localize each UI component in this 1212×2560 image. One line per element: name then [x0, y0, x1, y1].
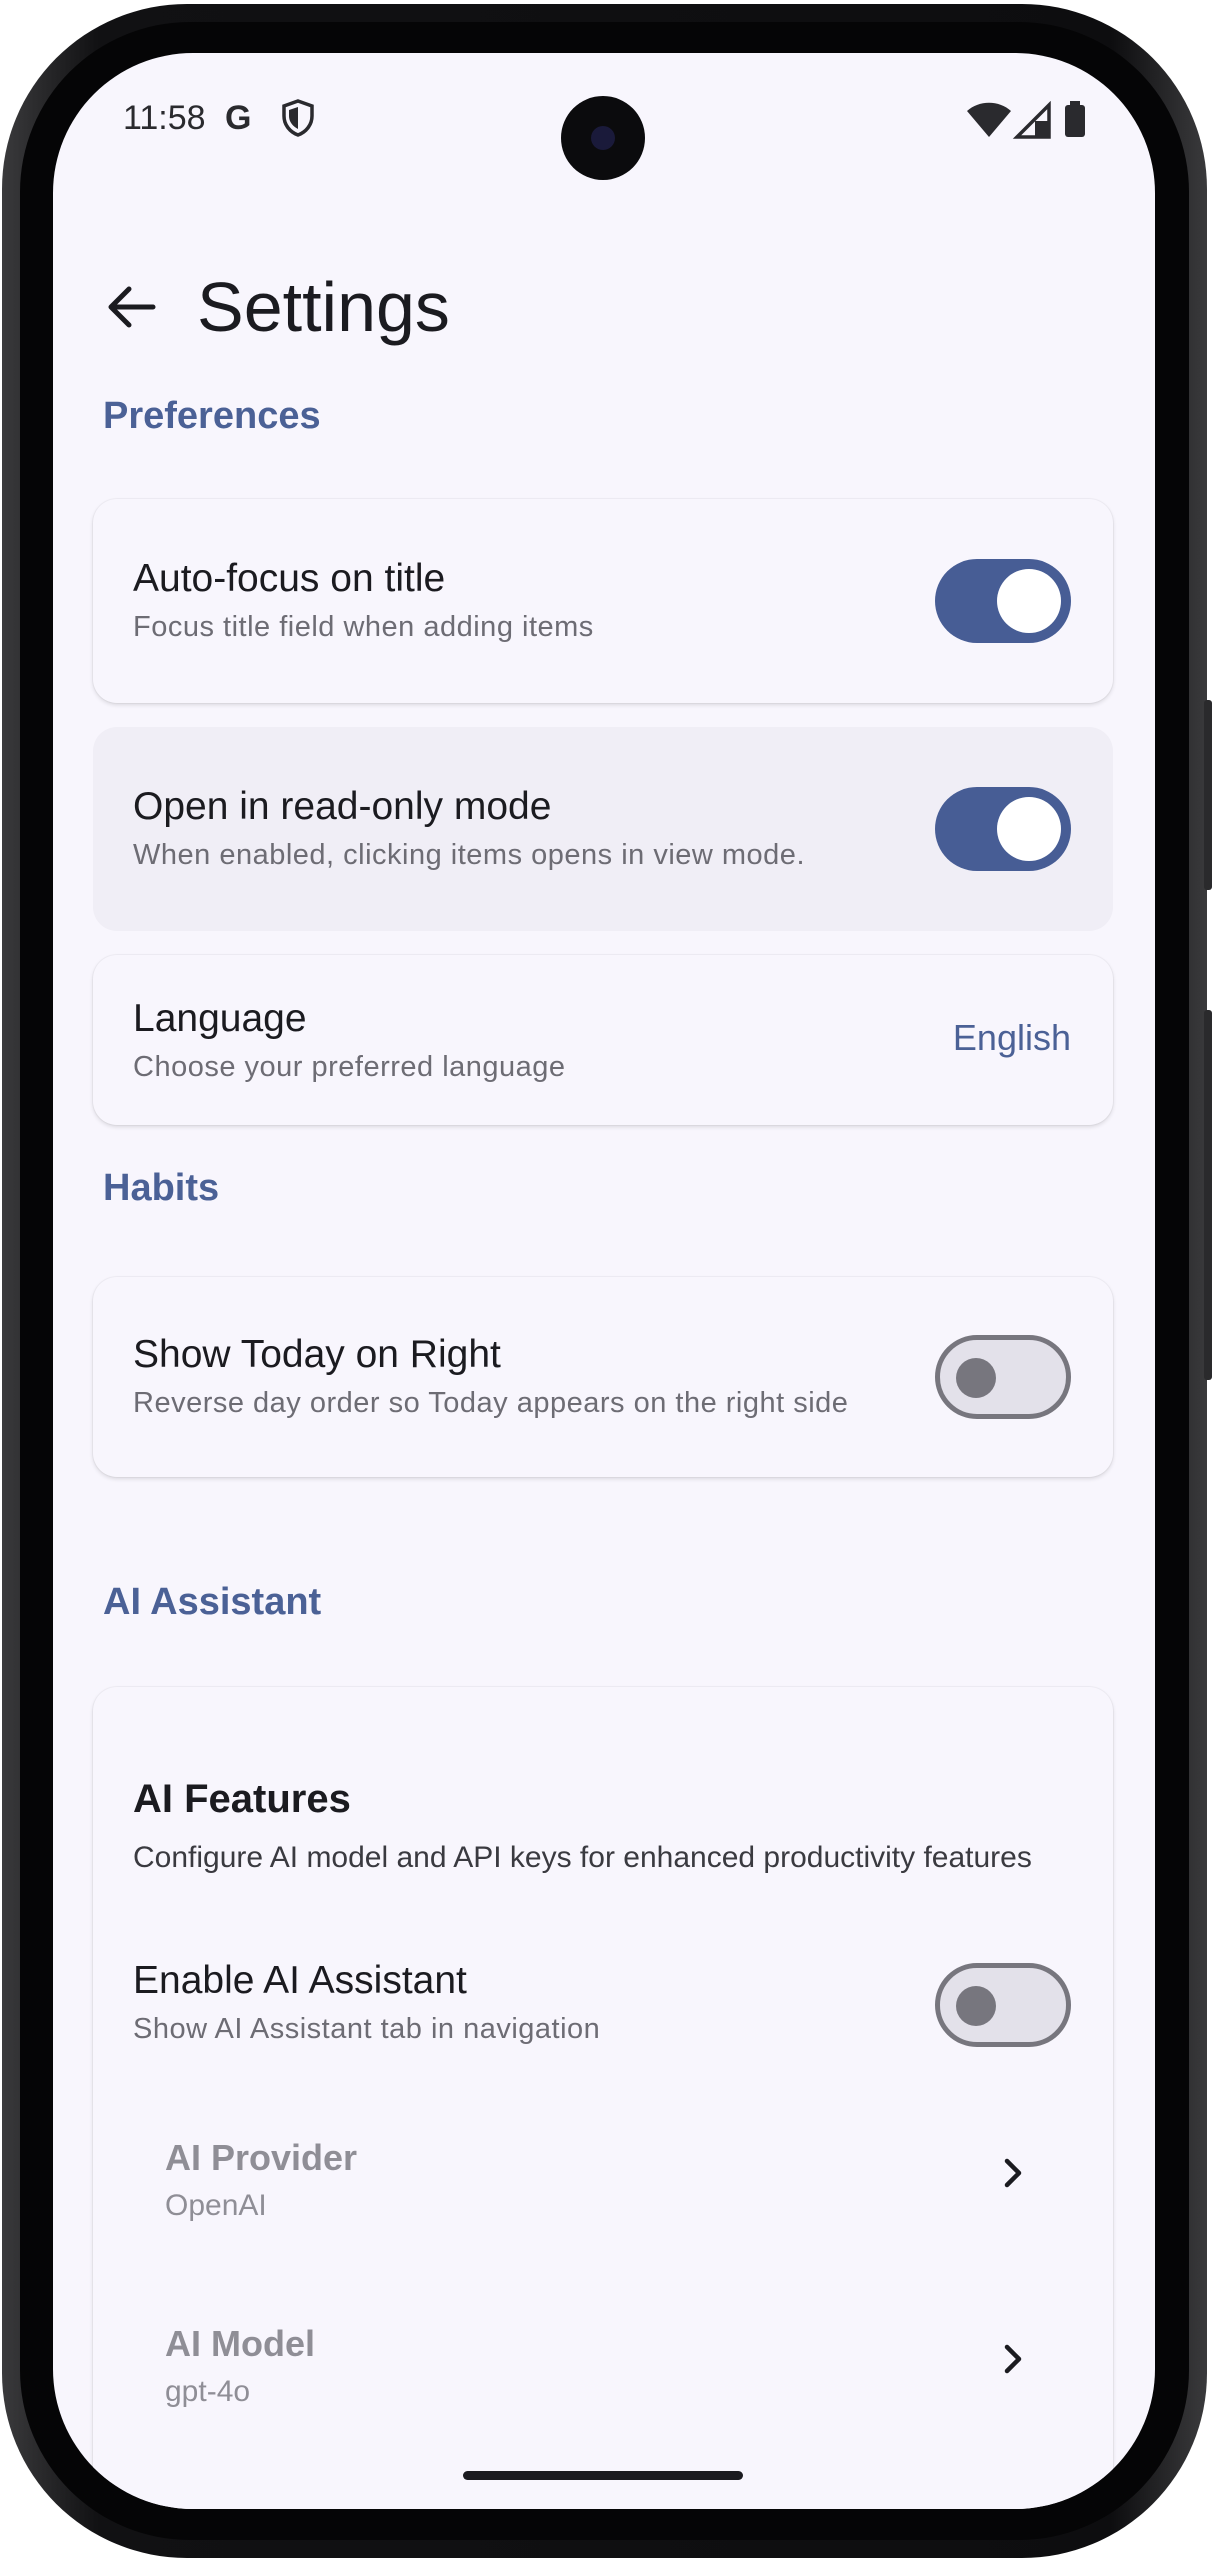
shield-icon: [282, 99, 314, 137]
enable-ai-toggle[interactable]: [935, 1963, 1071, 2047]
section-ai-assistant: AI Assistant: [103, 1581, 322, 1623]
chevron-right-icon: [1004, 2344, 1022, 2374]
setting-title: Open in read-only mode: [133, 785, 552, 828]
ai-features-description: Configure AI model and API keys for enha…: [133, 1841, 1032, 1874]
screen: 11:58 G Settings Preferences Auto-focus …: [53, 53, 1155, 2509]
setting-subtitle: Focus title field when adding items: [133, 611, 594, 643]
ai-features-title: AI Features: [133, 1777, 351, 1821]
read-only-toggle[interactable]: [935, 787, 1071, 871]
section-preferences: Preferences: [103, 395, 321, 437]
ai-model-item[interactable]: AI Model gpt-4o: [133, 2283, 1073, 2433]
front-camera: [561, 96, 645, 180]
auto-focus-toggle[interactable]: [935, 559, 1071, 643]
setting-title: Language: [133, 997, 307, 1040]
setting-read-only[interactable]: Open in read-only mode When enabled, cli…: [93, 727, 1113, 931]
today-right-toggle[interactable]: [935, 1335, 1071, 1419]
language-value[interactable]: English: [953, 1017, 1071, 1059]
chevron-right-icon: [1004, 2158, 1022, 2188]
home-indicator[interactable]: [463, 2471, 743, 2480]
ai-features-card: AI Features Configure AI model and API k…: [93, 1687, 1113, 2509]
wifi-icon: [967, 102, 1011, 137]
setting-title: Auto-focus on title: [133, 557, 446, 600]
setting-subtitle: Reverse day order so Today appears on th…: [133, 1387, 849, 1419]
setting-subtitle: Choose your preferred language: [133, 1051, 566, 1083]
section-habits: Habits: [103, 1167, 220, 1209]
ai-provider-item[interactable]: AI Provider OpenAI: [133, 2097, 1073, 2247]
status-bar: 11:58 G: [53, 53, 1155, 193]
ai-model-title: AI Model: [165, 2323, 315, 2364]
phone-frame: 11:58 G Settings Preferences Auto-focus …: [0, 0, 1212, 2560]
back-arrow-icon[interactable]: [99, 275, 163, 339]
google-icon: G: [225, 99, 252, 137]
ai-provider-value: OpenAI: [165, 2189, 267, 2222]
setting-auto-focus[interactable]: Auto-focus on title Focus title field wh…: [93, 499, 1113, 703]
enable-ai-title: Enable AI Assistant: [133, 1959, 467, 2002]
page-title: Settings: [197, 268, 450, 346]
setting-subtitle: When enabled, clicking items opens in vi…: [133, 839, 805, 871]
setting-today-right[interactable]: Show Today on Right Reverse day order so…: [93, 1277, 1113, 1477]
ai-model-value: gpt-4o: [165, 2375, 251, 2408]
status-time: 11:58: [123, 99, 206, 137]
system-icons: [967, 101, 1085, 139]
battery-icon: [1065, 105, 1085, 137]
volume-button: [1204, 700, 1212, 890]
enable-ai-subtitle: Show AI Assistant tab in navigation: [133, 2013, 601, 2045]
setting-title: Show Today on Right: [133, 1333, 501, 1376]
power-button: [1204, 1010, 1212, 1380]
ai-provider-title: AI Provider: [165, 2137, 358, 2178]
setting-language[interactable]: Language Choose your preferred language …: [93, 955, 1113, 1125]
